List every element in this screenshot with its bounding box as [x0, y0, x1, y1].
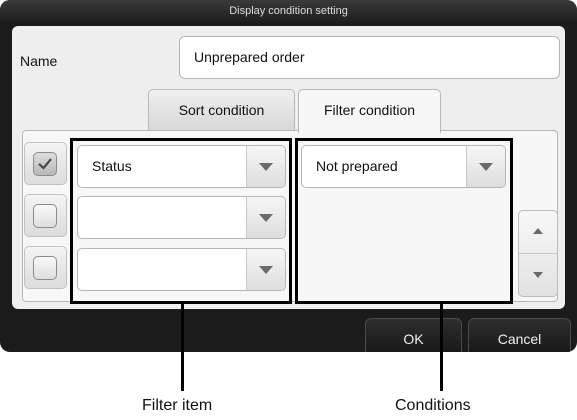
- dialog-title: Display condition setting: [0, 0, 577, 22]
- tab-filter-condition[interactable]: Filter condition: [298, 89, 441, 133]
- row-3-checkbox[interactable]: [33, 256, 57, 280]
- filter-item-callout-label: Filter item: [142, 397, 213, 414]
- row-2-checkbox[interactable]: [33, 204, 57, 228]
- name-input[interactable]: Unprepared order: [179, 36, 560, 79]
- ok-button[interactable]: OK: [365, 318, 462, 352]
- tab-sort-condition[interactable]: Sort condition: [148, 89, 295, 131]
- name-label: Name: [20, 53, 58, 69]
- cancel-button[interactable]: Cancel: [468, 318, 571, 352]
- display-condition-dialog: Display condition setting Name Unprepare…: [0, 0, 577, 352]
- filter-item-highlight-frame: [70, 138, 292, 304]
- conditions-callout-line: [440, 303, 443, 391]
- scroll-up-button[interactable]: [519, 211, 557, 254]
- filter-item-callout-line: [181, 303, 184, 391]
- row-1-checkbox[interactable]: [33, 152, 57, 176]
- scroll-down-button[interactable]: [519, 254, 557, 296]
- conditions-highlight-frame: [295, 138, 513, 304]
- conditions-callout-label: Conditions: [395, 397, 471, 414]
- triangle-down-icon: [533, 272, 543, 278]
- checkmark-icon: [38, 158, 52, 170]
- scroll-buttons: [518, 210, 558, 297]
- triangle-up-icon: [533, 228, 543, 234]
